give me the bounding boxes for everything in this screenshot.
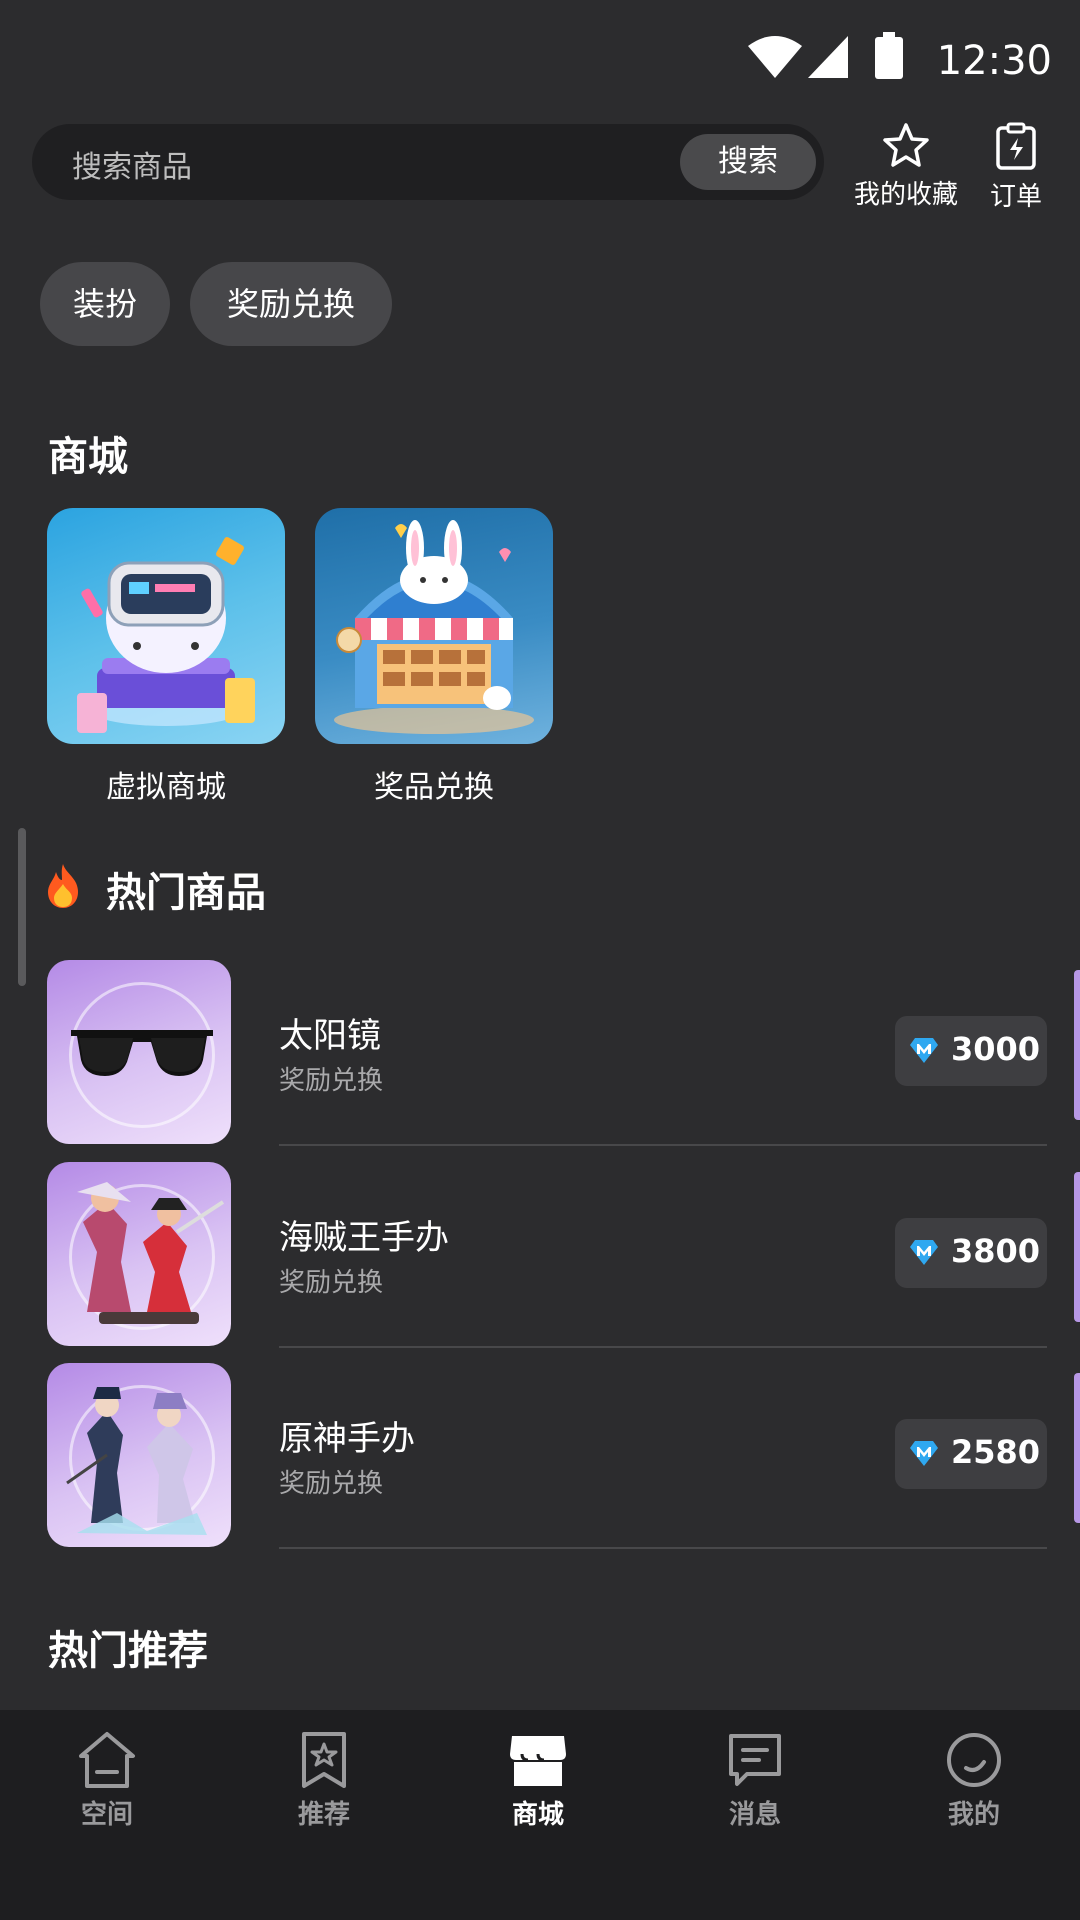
favorites-button[interactable]: 我的收藏: [846, 122, 966, 211]
gem-icon: [910, 1240, 938, 1265]
divider: [279, 1346, 1047, 1348]
battery-icon: [875, 32, 903, 79]
message-icon: [729, 1734, 781, 1786]
nav-label: 空间: [80, 1800, 133, 1830]
divider: [279, 1547, 1047, 1549]
next-card-peek[interactable]: [1074, 1172, 1080, 1322]
nav-item-recommend[interactable]: 推荐: [254, 1730, 394, 1831]
virtual-mall-card[interactable]: 虚拟商城: [47, 508, 285, 806]
nav-item-profile[interactable]: 我的: [904, 1730, 1044, 1831]
scroll-indicator[interactable]: [18, 828, 26, 986]
price-badge[interactable]: 3000: [895, 1016, 1047, 1086]
fire-icon: [48, 864, 78, 908]
nav-item-mall[interactable]: 商城: [468, 1730, 608, 1831]
hot-section-title: 热门商品: [106, 870, 266, 916]
price-value: 3800: [951, 1232, 1041, 1270]
chip-dress-up[interactable]: 装扮: [40, 262, 170, 346]
search-bar[interactable]: 搜索商品 搜索: [32, 124, 824, 200]
price-badge[interactable]: 2580: [895, 1419, 1047, 1489]
item-subtitle: 奖励兑换: [279, 1469, 384, 1499]
bottom-nav: 空间 推荐 商城 消息 我的: [0, 1710, 1080, 1920]
prize-exchange-image: [315, 508, 553, 744]
nav-item-messages[interactable]: 消息: [685, 1730, 825, 1831]
orders-button[interactable]: 订单: [976, 122, 1056, 213]
item-subtitle: 奖励兑换: [279, 1066, 384, 1096]
status-bar: 12:30: [0, 0, 1080, 110]
price-value: 3000: [951, 1030, 1041, 1068]
chip-rewards[interactable]: 奖励兑换: [190, 262, 392, 346]
list-item[interactable]: 太阳镜 奖励兑换 3000: [47, 960, 1047, 1146]
item-subtitle: 奖励兑换: [279, 1268, 384, 1298]
search-button[interactable]: 搜索: [680, 134, 816, 190]
orders-label: 订单: [989, 182, 1042, 212]
next-card-peek[interactable]: [1074, 970, 1080, 1120]
divider: [279, 1144, 1047, 1146]
signal-icon: [808, 36, 848, 78]
order-icon: [996, 122, 1036, 170]
prize-exchange-label: 奖品兑换: [374, 770, 494, 805]
nav-label: 我的: [947, 1800, 1000, 1830]
gem-icon: [910, 1038, 938, 1063]
next-card-peek[interactable]: [1074, 1373, 1080, 1523]
virtual-mall-image: [47, 508, 285, 744]
profile-icon: [947, 1733, 1001, 1787]
sunglasses-image: [47, 960, 231, 1144]
item-name: 海贼王手办: [279, 1218, 449, 1258]
nav-item-space[interactable]: 空间: [37, 1730, 177, 1831]
favorites-label: 我的收藏: [853, 180, 958, 210]
genshin-figure-image: [47, 1363, 231, 1547]
bookmark-star-icon: [302, 1732, 346, 1788]
price-value: 2580: [951, 1433, 1041, 1471]
mall-section-title: 商城: [48, 434, 128, 480]
list-item[interactable]: 海贼王手办 奖励兑换 3800: [47, 1162, 1047, 1348]
item-name: 太阳镜: [279, 1016, 381, 1056]
nav-label: 消息: [728, 1800, 781, 1830]
one-piece-figure-image: [47, 1162, 231, 1346]
nav-label: 推荐: [297, 1800, 350, 1830]
recommend-section-title: 热门推荐: [48, 1628, 208, 1674]
search-input[interactable]: 搜索商品: [72, 142, 192, 186]
item-name: 原神手办: [279, 1419, 415, 1459]
star-icon: [883, 123, 929, 167]
shop-icon: [510, 1736, 566, 1786]
virtual-mall-label: 虚拟商城: [106, 770, 226, 805]
nav-label: 商城: [511, 1800, 564, 1830]
price-badge[interactable]: 3800: [895, 1218, 1047, 1288]
prize-exchange-card[interactable]: 奖品兑换: [315, 508, 553, 806]
list-item[interactable]: 原神手办 奖励兑换 2580: [47, 1363, 1047, 1549]
home-icon: [79, 1732, 135, 1788]
status-time: 12:30: [936, 38, 1052, 84]
wifi-icon: [748, 36, 802, 78]
gem-icon: [910, 1441, 938, 1466]
